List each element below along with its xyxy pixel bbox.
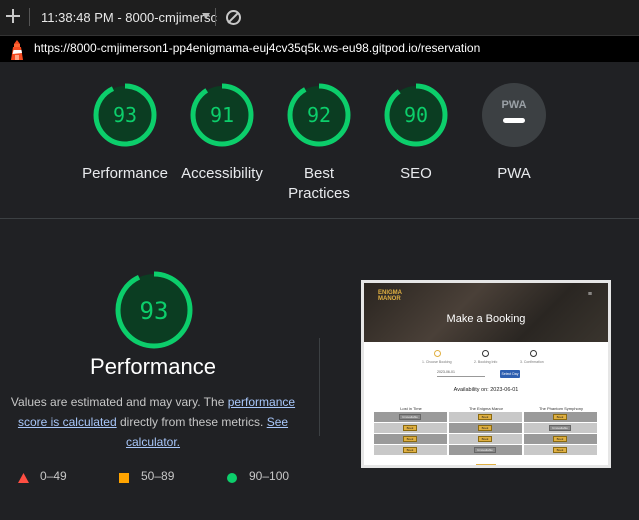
chevron-down-icon[interactable] (202, 13, 210, 19)
gauge-score: 92 (307, 103, 331, 127)
gauge-best-practices[interactable]: 92 Best Practices (264, 82, 374, 204)
description-text: Values are estimated and may vary. The (10, 395, 228, 409)
legend-range: 0–49 (40, 469, 67, 483)
gauge-accessibility[interactable]: 91 Accessibility (167, 82, 277, 184)
score-ring: 90 (384, 83, 448, 147)
score-ring: 93 (93, 83, 157, 147)
gauge-label: SEO (400, 165, 432, 182)
hamburger-menu-icon: ≡ (587, 291, 592, 298)
gauge-label-line: Practices (288, 185, 350, 202)
category-title: Performance (90, 354, 216, 379)
book-slot: Book (403, 436, 417, 442)
performance-score: 93 (140, 297, 169, 325)
gauge-performance[interactable]: 93 Performance (70, 82, 180, 184)
pwa-badge-icon: PWA (482, 83, 546, 147)
gauge-seo[interactable]: 90 SEO (361, 82, 471, 184)
gauge-score: 91 (210, 103, 234, 127)
gauge-label: Accessibility (181, 165, 263, 182)
step-label: 1. Choose Booking (422, 360, 452, 364)
select-day-button: Select Day (500, 370, 520, 378)
book-slot: Book (478, 414, 492, 420)
report-url-bar: https://8000-cmjimerson1-pp4enigmama-euj… (0, 36, 639, 62)
table-row: Unavailable Book Book (374, 412, 598, 423)
step-label: 2. Booking Info (474, 360, 498, 364)
column-header: The Phantom Symphony (538, 406, 584, 411)
continue-button (476, 464, 496, 465)
table-row: Book Book Unavailable (374, 423, 598, 434)
date-input: 2023-06-01 (437, 370, 485, 377)
gauge-pwa[interactable]: PWA PWA (459, 82, 569, 184)
gauge-label: Performance (82, 165, 168, 182)
book-slot: Book (403, 425, 417, 431)
toolbar-separator (29, 8, 30, 26)
book-slot: Book (553, 414, 567, 420)
gauge-label: PWA (497, 165, 531, 182)
table-row: Book Unavailable Book (374, 445, 598, 456)
triangle-icon (18, 472, 29, 486)
report-selector[interactable]: 11:38:48 PM - 8000-cmjimersc (41, 10, 217, 25)
clear-reports-icon[interactable] (226, 10, 241, 25)
column-header: The Enigma Manor (468, 406, 503, 411)
gauge-score: 90 (404, 103, 428, 127)
final-screenshot[interactable]: ENIGMA MANOR ≡ Make a Booking 1. Choose … (361, 280, 611, 468)
hero-banner: ENIGMA MANOR ≡ Make a Booking (364, 283, 608, 342)
gauge-score: 93 (113, 103, 137, 127)
performance-score-gauge: 93 (115, 271, 193, 349)
step-indicator (434, 350, 441, 357)
availability-heading: Availability on: 2023-06-01 (453, 387, 519, 393)
circle-icon (227, 472, 237, 486)
pwa-badge-text: PWA (501, 99, 526, 111)
step-indicator (530, 350, 537, 357)
report-url[interactable]: https://8000-cmjimerson1-pp4enigmama-euj… (34, 41, 480, 55)
book-slot: Book (553, 436, 567, 442)
unavailable-slot: Unavailable (399, 414, 421, 420)
vertical-divider (319, 338, 320, 436)
toolbar-separator (215, 8, 216, 26)
description-text: directly from these metrics. (116, 415, 267, 429)
score-ring: 92 (287, 83, 351, 147)
square-icon (119, 472, 129, 486)
category-description: Values are estimated and may vary. The p… (8, 392, 298, 452)
book-slot: Book (478, 436, 492, 442)
score-summary: 93 Performance 91 Accessibility 92 Best … (0, 62, 639, 219)
column-header: Lost in Time (400, 406, 422, 411)
gauge-label-line: Best (303, 165, 334, 182)
lighthouse-logo-icon (11, 40, 23, 60)
gauge-label: Best Practices (264, 164, 374, 204)
legend-range: 90–100 (249, 469, 290, 483)
score-ring: 91 (190, 83, 254, 147)
step-indicator (482, 350, 489, 357)
section-divider (0, 218, 639, 219)
step-label: 3. Confirmation (520, 360, 544, 364)
book-slot: Book (403, 447, 417, 453)
new-report-icon[interactable] (4, 7, 22, 25)
book-slot: Book (553, 447, 567, 453)
unavailable-slot: Unavailable (474, 447, 496, 453)
site-logo: ENIGMA MANOR (378, 290, 402, 302)
legend-range: 50–89 (141, 469, 175, 483)
hero-title: Make a Booking (446, 313, 526, 325)
book-slot: Book (478, 425, 492, 431)
table-row: Book Book Book (374, 434, 598, 445)
devtools-toolbar: 11:38:48 PM - 8000-cmjimersc (0, 0, 639, 36)
unavailable-slot: Unavailable (549, 425, 571, 431)
